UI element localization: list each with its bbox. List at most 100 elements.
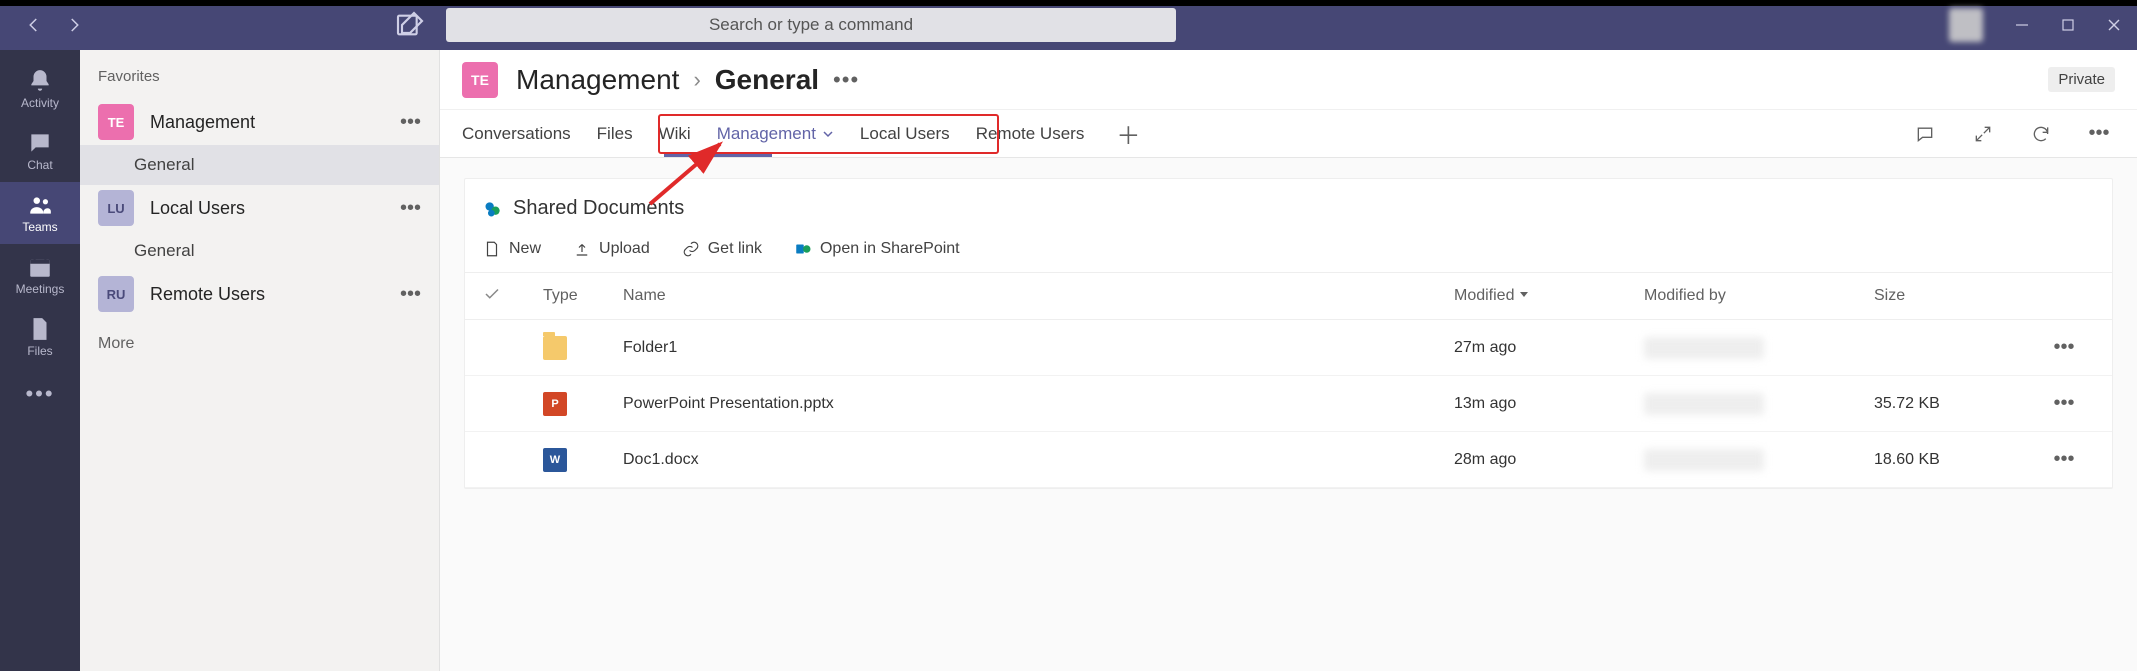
chat-icon: [27, 130, 53, 156]
file-size: 35.72 KB: [1874, 395, 2034, 413]
tab-more-icon[interactable]: •••: [2083, 118, 2115, 150]
user-avatar[interactable]: [1949, 8, 1983, 42]
tab-label: Management: [717, 124, 816, 144]
rail-label: Activity: [21, 96, 59, 110]
rail-chat[interactable]: Chat: [0, 120, 80, 182]
rail-teams[interactable]: Teams: [0, 182, 80, 244]
forward-button[interactable]: [54, 5, 94, 45]
file-name[interactable]: PowerPoint Presentation.pptx: [623, 395, 1454, 413]
open-sharepoint-button[interactable]: Open in SharePoint: [794, 240, 960, 258]
sharepoint-icon: [483, 199, 503, 219]
channel-general[interactable]: General: [80, 231, 439, 271]
search-container: [446, 8, 1176, 42]
col-label: Modified: [1454, 287, 1514, 305]
btn-label: Upload: [599, 240, 650, 258]
bell-icon: [27, 68, 53, 94]
new-button[interactable]: New: [483, 240, 541, 258]
crumb-more-icon[interactable]: •••: [833, 67, 859, 93]
table-header: Type Name Modified Modified by Size: [465, 272, 2112, 320]
rail-label: Meetings: [16, 282, 65, 296]
documents-title: Shared Documents: [465, 179, 2112, 226]
upload-icon: [573, 240, 591, 258]
tab-management[interactable]: Management: [717, 110, 834, 157]
team-more-icon[interactable]: •••: [400, 111, 421, 134]
close-button[interactable]: [2091, 2, 2137, 48]
app-rail: Activity Chat Teams Meetings Files •••: [0, 50, 80, 671]
minimize-button[interactable]: [1999, 2, 2045, 48]
file-size: 18.60 KB: [1874, 451, 2034, 469]
title-bar: [0, 0, 2137, 50]
team-row-remote-users[interactable]: RU Remote Users •••: [80, 271, 439, 317]
file-modified-by: [1644, 337, 1764, 359]
table-row[interactable]: W Doc1.docx 28m ago 18.60 KB •••: [465, 432, 2112, 488]
active-tab-underline: [664, 154, 772, 157]
tab-local-users[interactable]: Local Users: [860, 110, 950, 157]
team-avatar: LU: [98, 190, 134, 226]
rail-activity[interactable]: Activity: [0, 58, 80, 120]
reload-icon[interactable]: [2025, 118, 2057, 150]
privacy-badge: Private: [2048, 67, 2115, 92]
file-name[interactable]: Folder1: [623, 339, 1454, 357]
rail-files[interactable]: Files: [0, 306, 80, 368]
row-more-icon[interactable]: •••: [2034, 448, 2094, 471]
add-tab-button[interactable]: ＋: [1116, 116, 1140, 151]
table-row[interactable]: Folder1 27m ago •••: [465, 320, 2112, 376]
maximize-button[interactable]: [2045, 2, 2091, 48]
file-name[interactable]: Doc1.docx: [623, 451, 1454, 469]
crumb-team[interactable]: Management: [516, 64, 679, 96]
file-modified: 28m ago: [1454, 451, 1644, 469]
table-row[interactable]: P PowerPoint Presentation.pptx 13m ago 3…: [465, 376, 2112, 432]
tab-wiki[interactable]: Wiki: [659, 110, 691, 157]
teams-icon: [27, 192, 53, 218]
col-type[interactable]: Type: [543, 287, 623, 305]
row-more-icon[interactable]: •••: [2034, 336, 2094, 359]
team-row-local-users[interactable]: LU Local Users •••: [80, 185, 439, 231]
row-more-icon[interactable]: •••: [2034, 392, 2094, 415]
content-area: TE Management › General ••• Private Conv…: [440, 50, 2137, 671]
tab-files[interactable]: Files: [597, 110, 633, 157]
rail-label: Chat: [27, 158, 52, 172]
channel-general[interactable]: General: [80, 145, 439, 185]
documents-toolbar: New Upload Get link Open in SharePoint: [465, 226, 2112, 272]
documents-title-text: Shared Documents: [513, 197, 684, 220]
file-icon: [27, 316, 53, 342]
team-name: Management: [150, 112, 384, 133]
channel-tabs: Conversations Files Wiki Management Loca…: [440, 110, 2137, 158]
tab-conversations[interactable]: Conversations: [462, 110, 571, 157]
getlink-button[interactable]: Get link: [682, 240, 762, 258]
powerpoint-icon: P: [543, 392, 567, 416]
sharepoint-icon: [794, 240, 812, 258]
rail-label: Files: [27, 344, 52, 358]
team-more-icon[interactable]: •••: [400, 283, 421, 306]
compose-icon[interactable]: [394, 9, 426, 41]
col-modified[interactable]: Modified: [1454, 287, 1644, 305]
rail-more[interactable]: •••: [0, 374, 80, 414]
col-name[interactable]: Name: [623, 287, 1454, 305]
folder-icon: [543, 336, 567, 360]
sidebar-more[interactable]: More: [80, 317, 439, 371]
rail-label: Teams: [22, 220, 57, 234]
tab-remote-users[interactable]: Remote Users: [976, 110, 1085, 157]
file-modified-by: [1644, 449, 1764, 471]
back-button[interactable]: [14, 5, 54, 45]
select-all-checkbox[interactable]: [483, 285, 543, 308]
sort-desc-icon: [1518, 287, 1530, 305]
calendar-icon: [27, 254, 53, 280]
search-input[interactable]: [446, 8, 1176, 42]
expand-icon[interactable]: [1967, 118, 1999, 150]
file-modified: 27m ago: [1454, 339, 1644, 357]
favorites-header: Favorites: [80, 68, 439, 99]
breadcrumb: Management › General •••: [516, 64, 859, 96]
btn-label: New: [509, 240, 541, 258]
link-icon: [682, 240, 700, 258]
team-row-management[interactable]: TE Management •••: [80, 99, 439, 145]
upload-button[interactable]: Upload: [573, 240, 650, 258]
window-top-strip: [0, 0, 2137, 6]
documents-area: Shared Documents New Upload Get link Ope…: [440, 158, 2137, 671]
col-size[interactable]: Size: [1874, 287, 2034, 305]
team-more-icon[interactable]: •••: [400, 197, 421, 220]
col-modified-by[interactable]: Modified by: [1644, 287, 1874, 305]
rail-meetings[interactable]: Meetings: [0, 244, 80, 306]
toggle-chat-icon[interactable]: [1909, 118, 1941, 150]
team-avatar: RU: [98, 276, 134, 312]
